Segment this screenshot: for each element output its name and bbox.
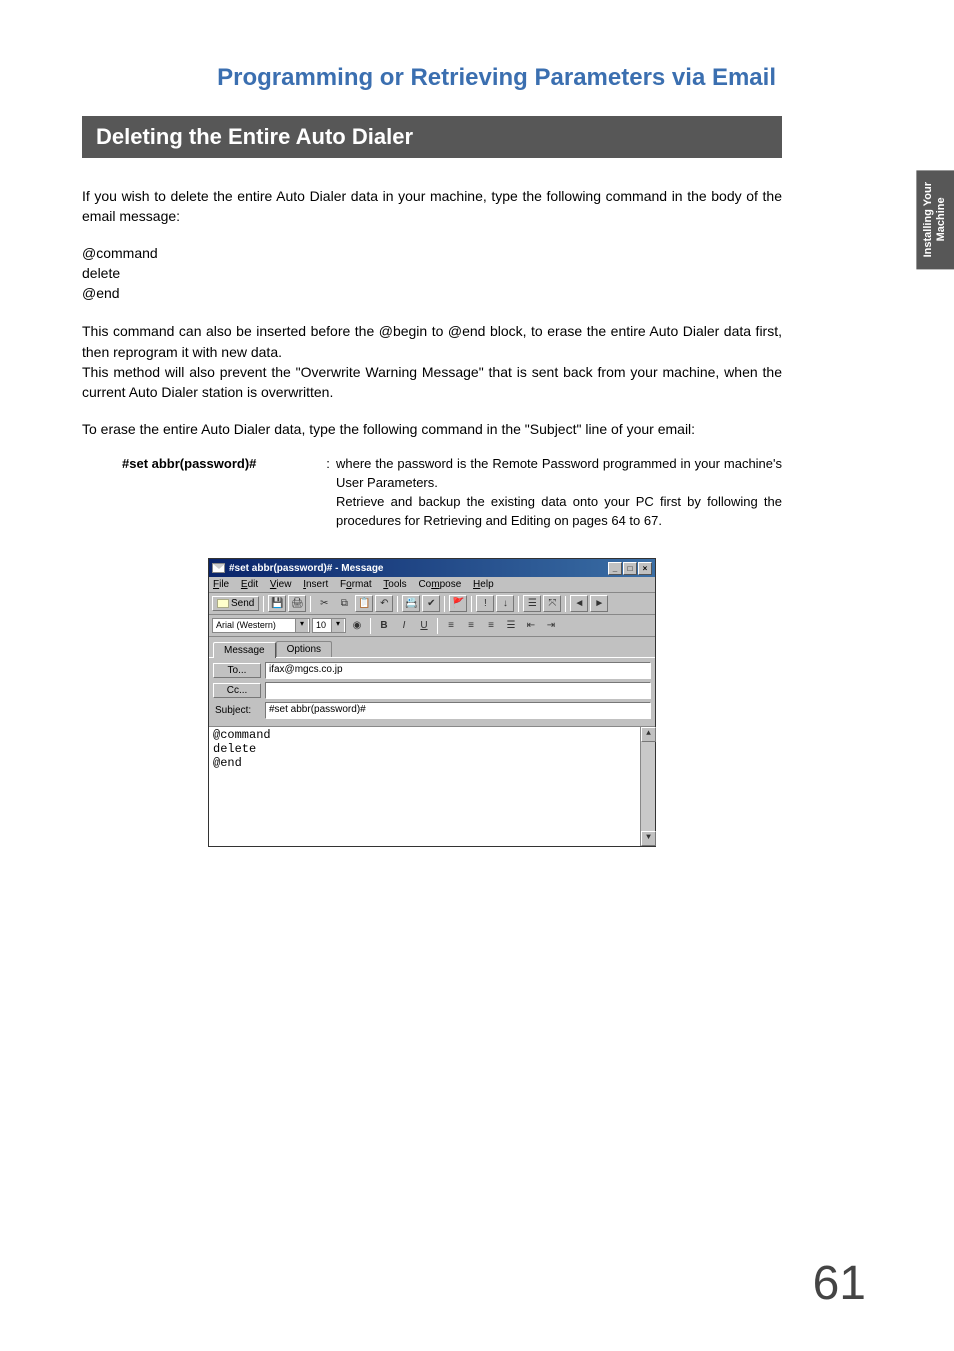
save-icon[interactable]: 💾 [268,595,286,612]
importance-high-icon[interactable]: ! [476,595,494,612]
cmd-line-3: @end [82,283,782,303]
paragraph-intro: If you wish to delete the entire Auto Di… [82,186,782,227]
minimize-button[interactable]: _ [608,562,622,575]
align-center-icon[interactable]: ≡ [462,617,480,634]
checknames-icon[interactable]: ✔ [422,595,440,612]
send-label: Send [231,598,254,609]
flag-icon[interactable]: 🚩 [449,595,467,612]
cc-field[interactable] [265,682,651,699]
envelope-icon [212,563,225,573]
window-title: #set abbr(password)# - Message [229,563,384,574]
paragraph-3: This method will also prevent the "Overw… [82,362,782,403]
cut-icon[interactable]: ✂ [315,595,333,612]
send-button[interactable]: Send [212,596,259,611]
importance-low-icon[interactable]: ↓ [496,595,514,612]
addressbook-icon[interactable]: 📇 [402,595,420,612]
menu-view[interactable]: View [270,579,292,590]
menu-file[interactable]: File [213,579,229,590]
page-number: 61 [813,1256,866,1311]
italic-icon[interactable]: I [395,617,413,634]
parameter-key: #set abbr(password)# [82,455,320,530]
email-screenshot: #set abbr(password)# - Message _ □ × Fil… [82,558,782,847]
window-titlebar: #set abbr(password)# - Message _ □ × [209,559,655,577]
header-fields: To... ifax@mgcs.co.jp Cc... Subject: #se… [209,657,655,726]
menu-bar[interactable]: File Edit View Insert Format Tools Compo… [209,577,655,593]
page-content: Programming or Retrieving Parameters via… [0,0,860,847]
paragraph-2: This command can also be inserted before… [82,321,782,362]
font-name-select[interactable]: Arial (Western) [212,618,310,633]
bold-icon[interactable]: B [375,617,393,634]
copy-icon[interactable]: ⧉ [335,595,353,612]
paste-icon[interactable]: 📋 [355,595,373,612]
tab-message[interactable]: Message [213,642,276,658]
menu-tools[interactable]: Tools [383,579,406,590]
menu-compose[interactable]: Compose [418,579,461,590]
bullets-icon[interactable]: ☰ [502,617,520,634]
next-icon[interactable]: ► [590,595,608,612]
email-window: #set abbr(password)# - Message _ □ × Fil… [208,558,656,847]
menu-help[interactable]: Help [473,579,494,590]
subject-field[interactable]: #set abbr(password)# [265,702,651,719]
close-button[interactable]: × [638,562,652,575]
chapter-title: Programming or Retrieving Parameters via… [82,64,782,92]
options-icon[interactable]: ☰ [523,595,541,612]
to-field[interactable]: ifax@mgcs.co.jp [265,662,651,679]
paragraph-4: To erase the entire Auto Dialer data, ty… [82,419,782,439]
to-button[interactable]: To... [213,663,261,678]
indent-icon[interactable]: ⇥ [542,617,560,634]
tabs-row: Message Options [209,637,655,657]
cmd-line-2: delete [82,263,782,283]
maximize-button[interactable]: □ [623,562,637,575]
font-color-icon[interactable]: ◉ [348,617,366,634]
scroll-up-icon[interactable]: ▲ [641,727,656,742]
undo-icon[interactable]: ↶ [375,595,393,612]
parameter-colon: : [320,455,336,530]
menu-insert[interactable]: Insert [303,579,328,590]
scrollbar-vertical[interactable]: ▲▼ [640,727,655,846]
parameter-row: #set abbr(password)# : where the passwor… [82,455,782,530]
subject-label: Subject: [213,705,261,716]
parameter-description: where the password is the Remote Passwor… [336,455,782,530]
tab-options[interactable]: Options [276,641,332,657]
cmd-line-1: @command [82,243,782,263]
prev-icon[interactable]: ◄ [570,595,588,612]
align-left-icon[interactable]: ≡ [442,617,460,634]
print-icon[interactable]: 🖨 [288,595,306,612]
send-envelope-icon [217,599,229,608]
toolbar-format: Arial (Western) 10 ◉ B I U ≡ ≡ ≡ ☰ ⇤ ⇥ [209,615,655,637]
command-block: @command delete @end [82,243,782,304]
message-body-text: @command delete @end [213,728,271,770]
underline-icon[interactable]: U [415,617,433,634]
font-size-select[interactable]: 10 [312,618,346,633]
menu-edit[interactable]: Edit [241,579,258,590]
toolbar-main: Send 💾 🖨 ✂ ⧉ 📋 ↶ 📇 ✔ 🚩 ! ↓ ☰ [209,593,655,615]
section-title: Deleting the Entire Auto Dialer [82,116,782,158]
align-right-icon[interactable]: ≡ [482,617,500,634]
outdent-icon[interactable]: ⇤ [522,617,540,634]
ruler-icon[interactable]: ⤧ [543,595,561,612]
cc-button[interactable]: Cc... [213,683,261,698]
menu-format[interactable]: Format [340,579,372,590]
scroll-down-icon[interactable]: ▼ [641,831,656,846]
message-body[interactable]: @command delete @end▲▼ [209,726,655,846]
side-tab: Installing YourMachine [916,170,954,269]
